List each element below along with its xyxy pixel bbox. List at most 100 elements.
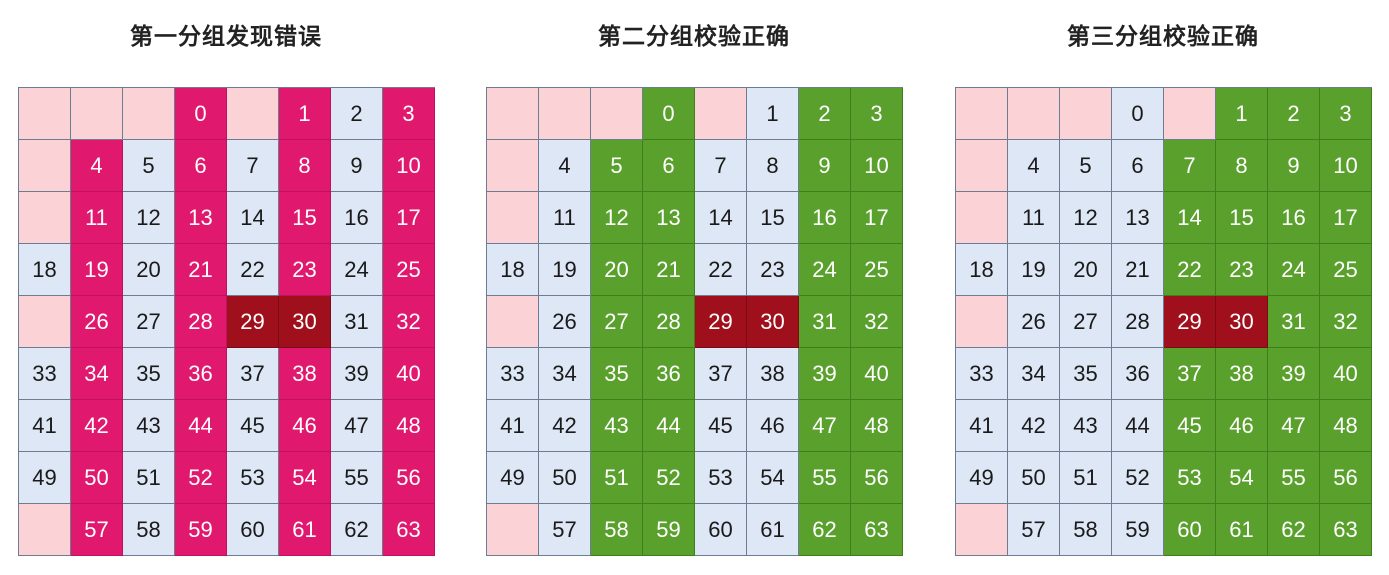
bit-cell: 53 (695, 452, 747, 504)
bit-cell: 35 (1060, 348, 1112, 400)
bit-cell: 9 (331, 140, 383, 192)
bit-cell: 37 (227, 348, 279, 400)
bit-cell: 14 (695, 192, 747, 244)
bit-cell: 54 (279, 452, 331, 504)
bit-cell: 3 (1320, 88, 1372, 140)
bit-cell: 20 (591, 244, 643, 296)
bit-cell: 17 (1320, 192, 1372, 244)
bit-cell: 60 (1164, 504, 1216, 556)
bit-cell: 49 (956, 452, 1008, 504)
bit-cell: 18 (956, 244, 1008, 296)
bit-cell: 55 (799, 452, 851, 504)
bit-cell: 34 (71, 348, 123, 400)
bit-cell: 18 (19, 244, 71, 296)
bit-grid: 0 1 2 3 4 5 6 7 8 9 10 11 12 13 14 15 16 17 18 19 20 21 22 23 24… (955, 87, 1372, 556)
empty-cell (487, 140, 539, 192)
bit-cell: 12 (1060, 192, 1112, 244)
bit-cell: 63 (383, 504, 435, 556)
panel-title: 第一分组发现错误 (130, 24, 322, 50)
bit-cell: 35 (591, 348, 643, 400)
bit-cell: 63 (851, 504, 903, 556)
bit-cell: 40 (383, 348, 435, 400)
bit-cell: 1 (279, 88, 331, 140)
bit-cell: 22 (227, 244, 279, 296)
bit-cell: 42 (539, 400, 591, 452)
bit-cell: 19 (539, 244, 591, 296)
bit-cell: 11 (539, 192, 591, 244)
empty-cell (487, 88, 539, 140)
bit-cell: 4 (71, 140, 123, 192)
bit-cell: 56 (383, 452, 435, 504)
bit-cell: 2 (1268, 88, 1320, 140)
bit-grid: 0 1 2 3 4 5 6 7 8 9 10 11 12 13 14 15 16 17 18 19 20 21 22 23 24… (18, 87, 435, 556)
bit-cell: 23 (747, 244, 799, 296)
bit-cell: 38 (279, 348, 331, 400)
bit-cell: 18 (487, 244, 539, 296)
bit-cell: 43 (1060, 400, 1112, 452)
bit-cell: 9 (799, 140, 851, 192)
bit-cell: 30 (747, 296, 799, 348)
bit-cell: 2 (799, 88, 851, 140)
bit-cell: 47 (1268, 400, 1320, 452)
bit-cell: 39 (1268, 348, 1320, 400)
bit-cell: 28 (175, 296, 227, 348)
bit-cell: 59 (175, 504, 227, 556)
bit-cell: 44 (643, 400, 695, 452)
bit-cell: 5 (123, 140, 175, 192)
bit-cell: 31 (331, 296, 383, 348)
bit-cell: 43 (123, 400, 175, 452)
bit-cell: 36 (175, 348, 227, 400)
bit-cell: 1 (747, 88, 799, 140)
bit-cell: 50 (539, 452, 591, 504)
bit-cell: 48 (383, 400, 435, 452)
bit-cell: 14 (1164, 192, 1216, 244)
bit-cell: 52 (175, 452, 227, 504)
bit-cell: 54 (747, 452, 799, 504)
bit-cell: 47 (799, 400, 851, 452)
bit-cell: 29 (227, 296, 279, 348)
bit-cell: 29 (1164, 296, 1216, 348)
bit-cell: 0 (175, 88, 227, 140)
bit-cell: 53 (227, 452, 279, 504)
bit-cell: 59 (1112, 504, 1164, 556)
empty-cell (956, 504, 1008, 556)
bit-cell: 37 (695, 348, 747, 400)
bit-cell: 40 (1320, 348, 1372, 400)
bit-cell: 10 (851, 140, 903, 192)
bit-cell: 27 (123, 296, 175, 348)
bit-cell: 45 (227, 400, 279, 452)
bit-cell: 8 (279, 140, 331, 192)
bit-cell: 28 (1112, 296, 1164, 348)
empty-cell (1060, 88, 1112, 140)
bit-cell: 20 (123, 244, 175, 296)
bit-cell: 37 (1164, 348, 1216, 400)
bit-cell: 32 (851, 296, 903, 348)
bit-cell: 3 (851, 88, 903, 140)
bit-cell: 56 (1320, 452, 1372, 504)
bit-cell: 50 (1008, 452, 1060, 504)
bit-cell: 57 (539, 504, 591, 556)
bit-cell: 13 (643, 192, 695, 244)
bit-cell: 12 (123, 192, 175, 244)
bit-cell: 58 (591, 504, 643, 556)
bit-cell: 32 (1320, 296, 1372, 348)
bit-cell: 20 (1060, 244, 1112, 296)
bit-cell: 7 (227, 140, 279, 192)
bit-cell: 8 (1216, 140, 1268, 192)
empty-cell (487, 192, 539, 244)
bit-cell: 61 (279, 504, 331, 556)
bit-cell: 6 (1112, 140, 1164, 192)
bit-cell: 39 (799, 348, 851, 400)
bit-cell: 26 (539, 296, 591, 348)
bit-cell: 30 (1216, 296, 1268, 348)
bit-cell: 51 (123, 452, 175, 504)
bit-cell: 15 (747, 192, 799, 244)
bit-cell: 45 (695, 400, 747, 452)
bit-cell: 54 (1216, 452, 1268, 504)
bit-cell: 58 (1060, 504, 1112, 556)
empty-cell (19, 504, 71, 556)
empty-cell (487, 504, 539, 556)
bit-cell: 57 (1008, 504, 1060, 556)
bit-cell: 49 (487, 452, 539, 504)
bit-cell: 44 (175, 400, 227, 452)
